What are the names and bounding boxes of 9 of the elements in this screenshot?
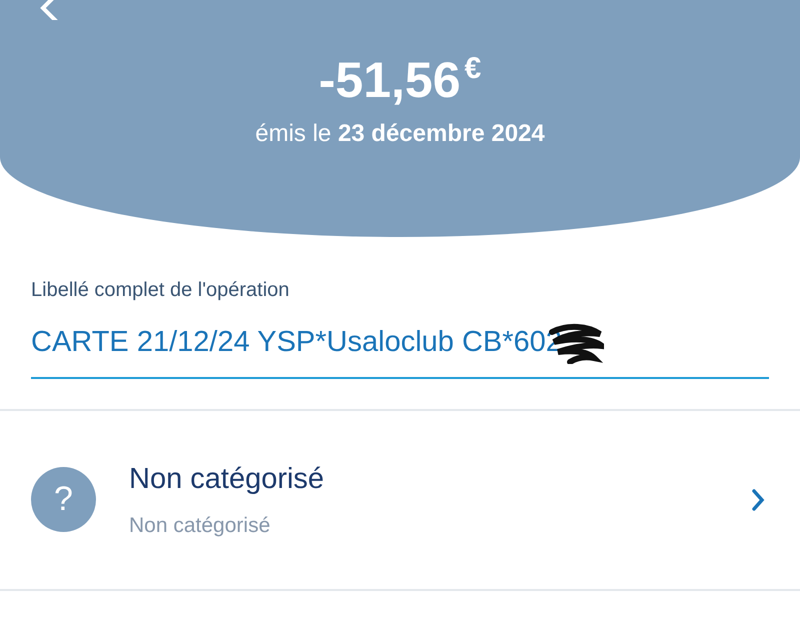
category-title: Non catégorisé — [129, 462, 324, 497]
chevron-right-icon — [751, 488, 765, 512]
amount: -51,56 — [318, 52, 461, 108]
unknown-category-icon: ? — [31, 467, 96, 532]
category-subtitle: Non catégorisé — [129, 512, 270, 538]
category-row[interactable]: ? Non catégorisé Non catégorisé — [0, 410, 800, 588]
currency: € — [464, 52, 482, 86]
issue-date: émis le 23 décembre 2024 — [255, 119, 545, 149]
field-label: Libellé complet de l'opération — [31, 278, 290, 303]
